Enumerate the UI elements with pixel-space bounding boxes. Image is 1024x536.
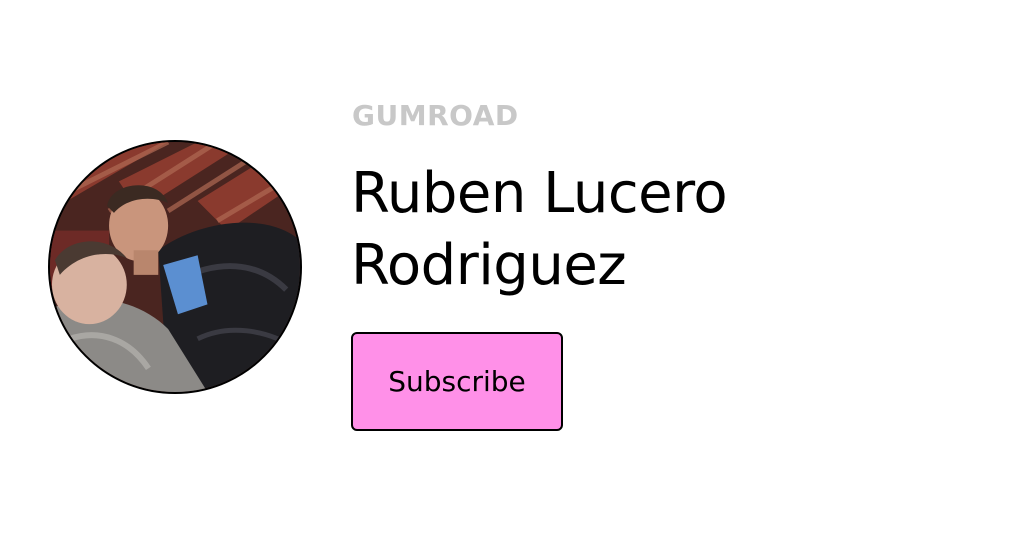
- avatar: [48, 140, 302, 394]
- avatar-photo: [50, 142, 300, 392]
- profile-card: GUMROAD Ruben Lucero Rodriguez Subscribe: [0, 0, 1024, 536]
- subscribe-button[interactable]: Subscribe: [351, 332, 563, 431]
- profile-content: GUMROAD Ruben Lucero Rodriguez Subscribe: [351, 96, 991, 431]
- creator-name: Ruben Lucero Rodriguez: [351, 161, 728, 298]
- gumroad-logo[interactable]: GUMROAD: [352, 96, 991, 136]
